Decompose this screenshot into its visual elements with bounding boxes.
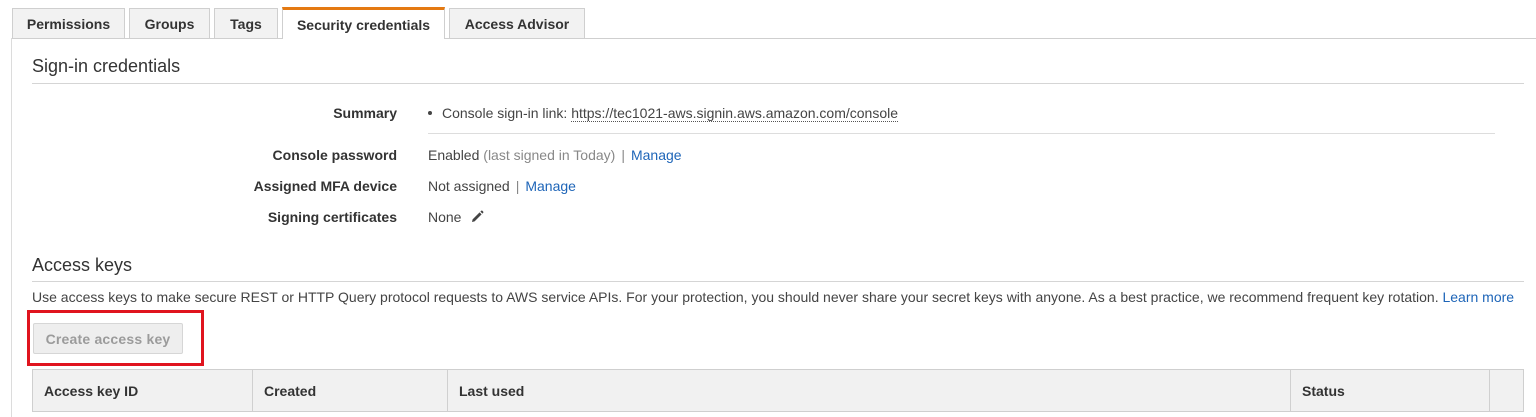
password-note: (last signed in Today) bbox=[483, 147, 616, 163]
tab-panel bbox=[11, 38, 1536, 417]
learn-more-link[interactable]: Learn more bbox=[1442, 289, 1514, 305]
description-text: Use access keys to make secure REST or H… bbox=[32, 289, 1439, 305]
mfa-value: Not assigned | Manage bbox=[428, 178, 576, 194]
pencil-icon[interactable] bbox=[470, 210, 484, 227]
mfa-label: Assigned MFA device bbox=[253, 178, 397, 194]
access-keys-table: Access key ID Created Last used Status bbox=[32, 369, 1524, 412]
column-header-actions bbox=[1490, 370, 1523, 411]
tab-security-credentials[interactable]: Security credentials bbox=[282, 7, 445, 39]
manage-mfa-link[interactable]: Manage bbox=[525, 178, 576, 194]
tab-bar: Permissions Groups Tags Security credent… bbox=[0, 0, 1536, 39]
summary-label: Summary bbox=[333, 105, 397, 121]
section-divider bbox=[32, 281, 1524, 282]
signin-section-title: Sign-in credentials bbox=[32, 56, 181, 76]
certs-status: None bbox=[428, 209, 462, 225]
separator: | bbox=[621, 147, 625, 163]
access-keys-title: Access keys bbox=[32, 255, 133, 275]
signin-link-prefix: Console sign-in link: bbox=[442, 105, 568, 121]
signin-link[interactable]: https://tec1021-aws.signin.aws.amazon.co… bbox=[571, 105, 899, 122]
column-header-status[interactable]: Status bbox=[1291, 370, 1490, 411]
signing-certificates-label: Signing certificates bbox=[267, 209, 397, 225]
tab-access-advisor[interactable]: Access Advisor bbox=[449, 8, 585, 38]
bullet-icon bbox=[428, 111, 432, 116]
tab-groups[interactable]: Groups bbox=[129, 8, 210, 38]
column-header-created[interactable]: Created bbox=[253, 370, 448, 411]
manage-password-link[interactable]: Manage bbox=[631, 147, 682, 163]
mfa-status: Not assigned bbox=[428, 178, 510, 194]
access-keys-description: Use access keys to make secure REST or H… bbox=[32, 289, 1514, 305]
signing-certificates-value: None bbox=[428, 209, 484, 227]
column-header-access-key-id[interactable]: Access key ID bbox=[33, 370, 253, 411]
separator: | bbox=[515, 178, 520, 194]
console-password-value: Enabled (last signed in Today) | Manage bbox=[428, 147, 682, 163]
tab-tags[interactable]: Tags bbox=[214, 8, 278, 38]
section-divider bbox=[32, 83, 1524, 84]
summary-divider bbox=[428, 133, 1495, 134]
console-password-label: Console password bbox=[272, 147, 397, 163]
column-header-last-used[interactable]: Last used bbox=[448, 370, 1291, 411]
highlight-box bbox=[27, 310, 204, 366]
tab-permissions[interactable]: Permissions bbox=[12, 8, 125, 38]
password-status: Enabled bbox=[428, 147, 480, 163]
summary-value: Console sign-in link: https://tec1021-aw… bbox=[428, 105, 899, 122]
